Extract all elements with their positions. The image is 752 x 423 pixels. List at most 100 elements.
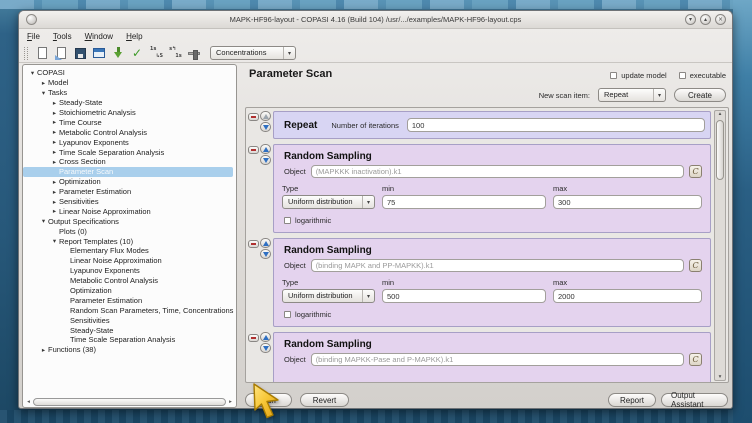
tree-item-plots-0[interactable]: Plots (0) [23,226,236,236]
remove-scan-item-button[interactable] [248,113,259,121]
checkbox-icon[interactable] [284,217,291,224]
tree-item-elementary-flux-modes[interactable]: Elementary Flux Modes [23,246,236,256]
tree-item-metabolic-control-analysis[interactable]: ▸Metabolic Control Analysis [23,127,236,137]
tree-item-steady-state[interactable]: Steady-State [23,325,236,335]
select-object-button[interactable]: C [689,165,702,178]
tree-item-stoichiometric-analysis[interactable]: ▸Stoichiometric Analysis [23,108,236,118]
select-object-button[interactable]: C [689,259,702,272]
distribution-type-select[interactable]: Uniform distribution▾ [282,195,375,209]
remove-scan-item-button[interactable] [248,334,259,342]
view-mode-select[interactable]: Concentrations ▾ [210,46,296,60]
menu-file[interactable]: File [27,32,40,41]
tree-right-arrow-icon[interactable]: ▸ [39,79,48,87]
scroll-up-icon[interactable]: ▴ [715,111,725,117]
copasi-window-icon[interactable] [92,46,106,60]
tree-item-steady-state[interactable]: ▸Steady-State [23,98,236,108]
tree-right-arrow-icon[interactable]: ▸ [50,158,59,166]
minimize-button[interactable]: ▾ [685,14,696,25]
create-button[interactable]: Create [674,88,726,102]
toolbar-handle-icon[interactable] [24,47,28,60]
menu-help[interactable]: Help [126,32,142,41]
concentration-icon[interactable]: s↰1s [168,46,182,60]
tree-right-arrow-icon[interactable]: ▸ [50,148,59,156]
particle-number-icon[interactable]: 1s↳S [149,46,163,60]
tree-item-optimization[interactable]: Optimization [23,286,236,296]
logarithmic-checkbox[interactable]: logarithmic [284,216,331,225]
move-up-button[interactable] [260,144,271,154]
tree-item-parameter-estimation[interactable]: Parameter Estimation [23,295,236,305]
min-input[interactable] [382,289,546,303]
tree-down-arrow-icon[interactable]: ▾ [39,217,48,225]
tree-right-arrow-icon[interactable]: ▸ [50,178,59,186]
tree-right-arrow-icon[interactable]: ▸ [50,118,59,126]
tree-item-time-scale-separation-analysis[interactable]: Time Scale Separation Analysis [23,335,236,345]
tree-item-time-course[interactable]: ▸Time Course [23,117,236,127]
move-down-button[interactable] [260,249,271,259]
iterations-input[interactable] [407,118,705,132]
open-file-icon[interactable] [54,46,68,60]
max-input[interactable] [553,195,702,209]
menu-window[interactable]: Window [85,32,113,41]
move-down-button[interactable] [260,155,271,165]
tree-right-arrow-icon[interactable]: ▸ [39,346,48,354]
move-down-button[interactable] [260,343,271,353]
report-button[interactable]: Report [608,393,656,407]
export-sbml-icon[interactable] [111,46,125,60]
object-input[interactable] [311,353,684,366]
executable-checkbox[interactable]: executable [679,71,726,80]
max-input[interactable] [553,289,702,303]
titlebar[interactable]: MAPK-HF96-layout - COPASI 4.16 (Build 10… [19,11,732,29]
new-file-icon[interactable] [35,46,49,60]
tree-right-arrow-icon[interactable]: ▸ [50,188,59,196]
tree-item-metabolic-control-analysis[interactable]: Metabolic Control Analysis [23,276,236,286]
output-assistant-button[interactable]: Output Assistant [661,393,728,407]
tree-item-lyapunov-exponents[interactable]: ▸Lyapunov Exponents [23,137,236,147]
save-icon[interactable] [73,46,87,60]
apply-icon[interactable]: ✓ [130,46,144,60]
tree-right-arrow-icon[interactable]: ▸ [50,198,59,206]
tree-right-arrow-icon[interactable]: ▸ [50,99,59,107]
scroll-down-icon[interactable]: ▾ [715,374,725,380]
tree-item-lyapunov-exponents[interactable]: Lyapunov Exponents [23,266,236,276]
tree-item-copasi[interactable]: ▾COPASI [23,68,236,78]
remove-scan-item-button[interactable] [248,146,259,154]
move-up-button[interactable] [260,332,271,342]
tree-item-parameter-scan[interactable]: Parameter Scan [23,167,233,177]
tree-item-cross-section[interactable]: ▸Cross Section [23,157,236,167]
min-input[interactable] [382,195,546,209]
tree-item-model[interactable]: ▸Model [23,78,236,88]
tree-down-arrow-icon[interactable]: ▾ [28,69,37,77]
tree-right-arrow-icon[interactable]: ▸ [50,207,59,215]
remove-scan-item-button[interactable] [248,240,259,248]
move-up-button[interactable] [260,238,271,248]
move-down-button[interactable] [260,122,271,132]
scroll-right-icon[interactable]: ▸ [227,399,234,405]
tree-item-linear-noise-approximation[interactable]: ▸Linear Noise Approximation [23,206,236,216]
tree-item-random-scan-parameters-time-concentrations[interactable]: Random Scan Parameters, Time, Concentrat… [23,305,236,315]
tree-down-arrow-icon[interactable]: ▾ [50,237,59,245]
slider-icon[interactable] [187,46,201,60]
menu-tools[interactable]: Tools [53,32,72,41]
distribution-type-select[interactable]: Uniform distribution▾ [282,289,375,303]
scrollbar-thumb[interactable] [716,120,724,180]
scan-vertical-scrollbar[interactable]: ▴ ▾ [714,110,726,381]
tree-down-arrow-icon[interactable]: ▾ [39,89,48,97]
tree-item-parameter-estimation[interactable]: ▸Parameter Estimation [23,187,236,197]
tree-item-linear-noise-approximation[interactable]: Linear Noise Approximation [23,256,236,266]
tree-right-arrow-icon[interactable]: ▸ [50,128,59,136]
tree-item-report-templates-10[interactable]: ▾Report Templates (10) [23,236,236,246]
tree-item-tasks[interactable]: ▾Tasks [23,88,236,98]
maximize-button[interactable]: ▴ [700,14,711,25]
checkbox-icon[interactable] [610,72,617,79]
new-scan-item-select[interactable]: Repeat ▾ [598,88,666,102]
tree-item-time-scale-separation-analysis[interactable]: ▸Time Scale Separation Analysis [23,147,236,157]
logarithmic-checkbox[interactable]: logarithmic [284,310,331,319]
tree-item-output-specifications[interactable]: ▾Output Specifications [23,216,236,226]
tree-right-arrow-icon[interactable]: ▸ [50,109,59,117]
tree-item-sensitivities[interactable]: ▸Sensitivities [23,197,236,207]
tree-item-optimization[interactable]: ▸Optimization [23,177,236,187]
scrollbar-thumb[interactable] [33,398,226,406]
object-input[interactable] [311,165,684,178]
checkbox-icon[interactable] [679,72,686,79]
scroll-left-icon[interactable]: ◂ [25,399,32,405]
